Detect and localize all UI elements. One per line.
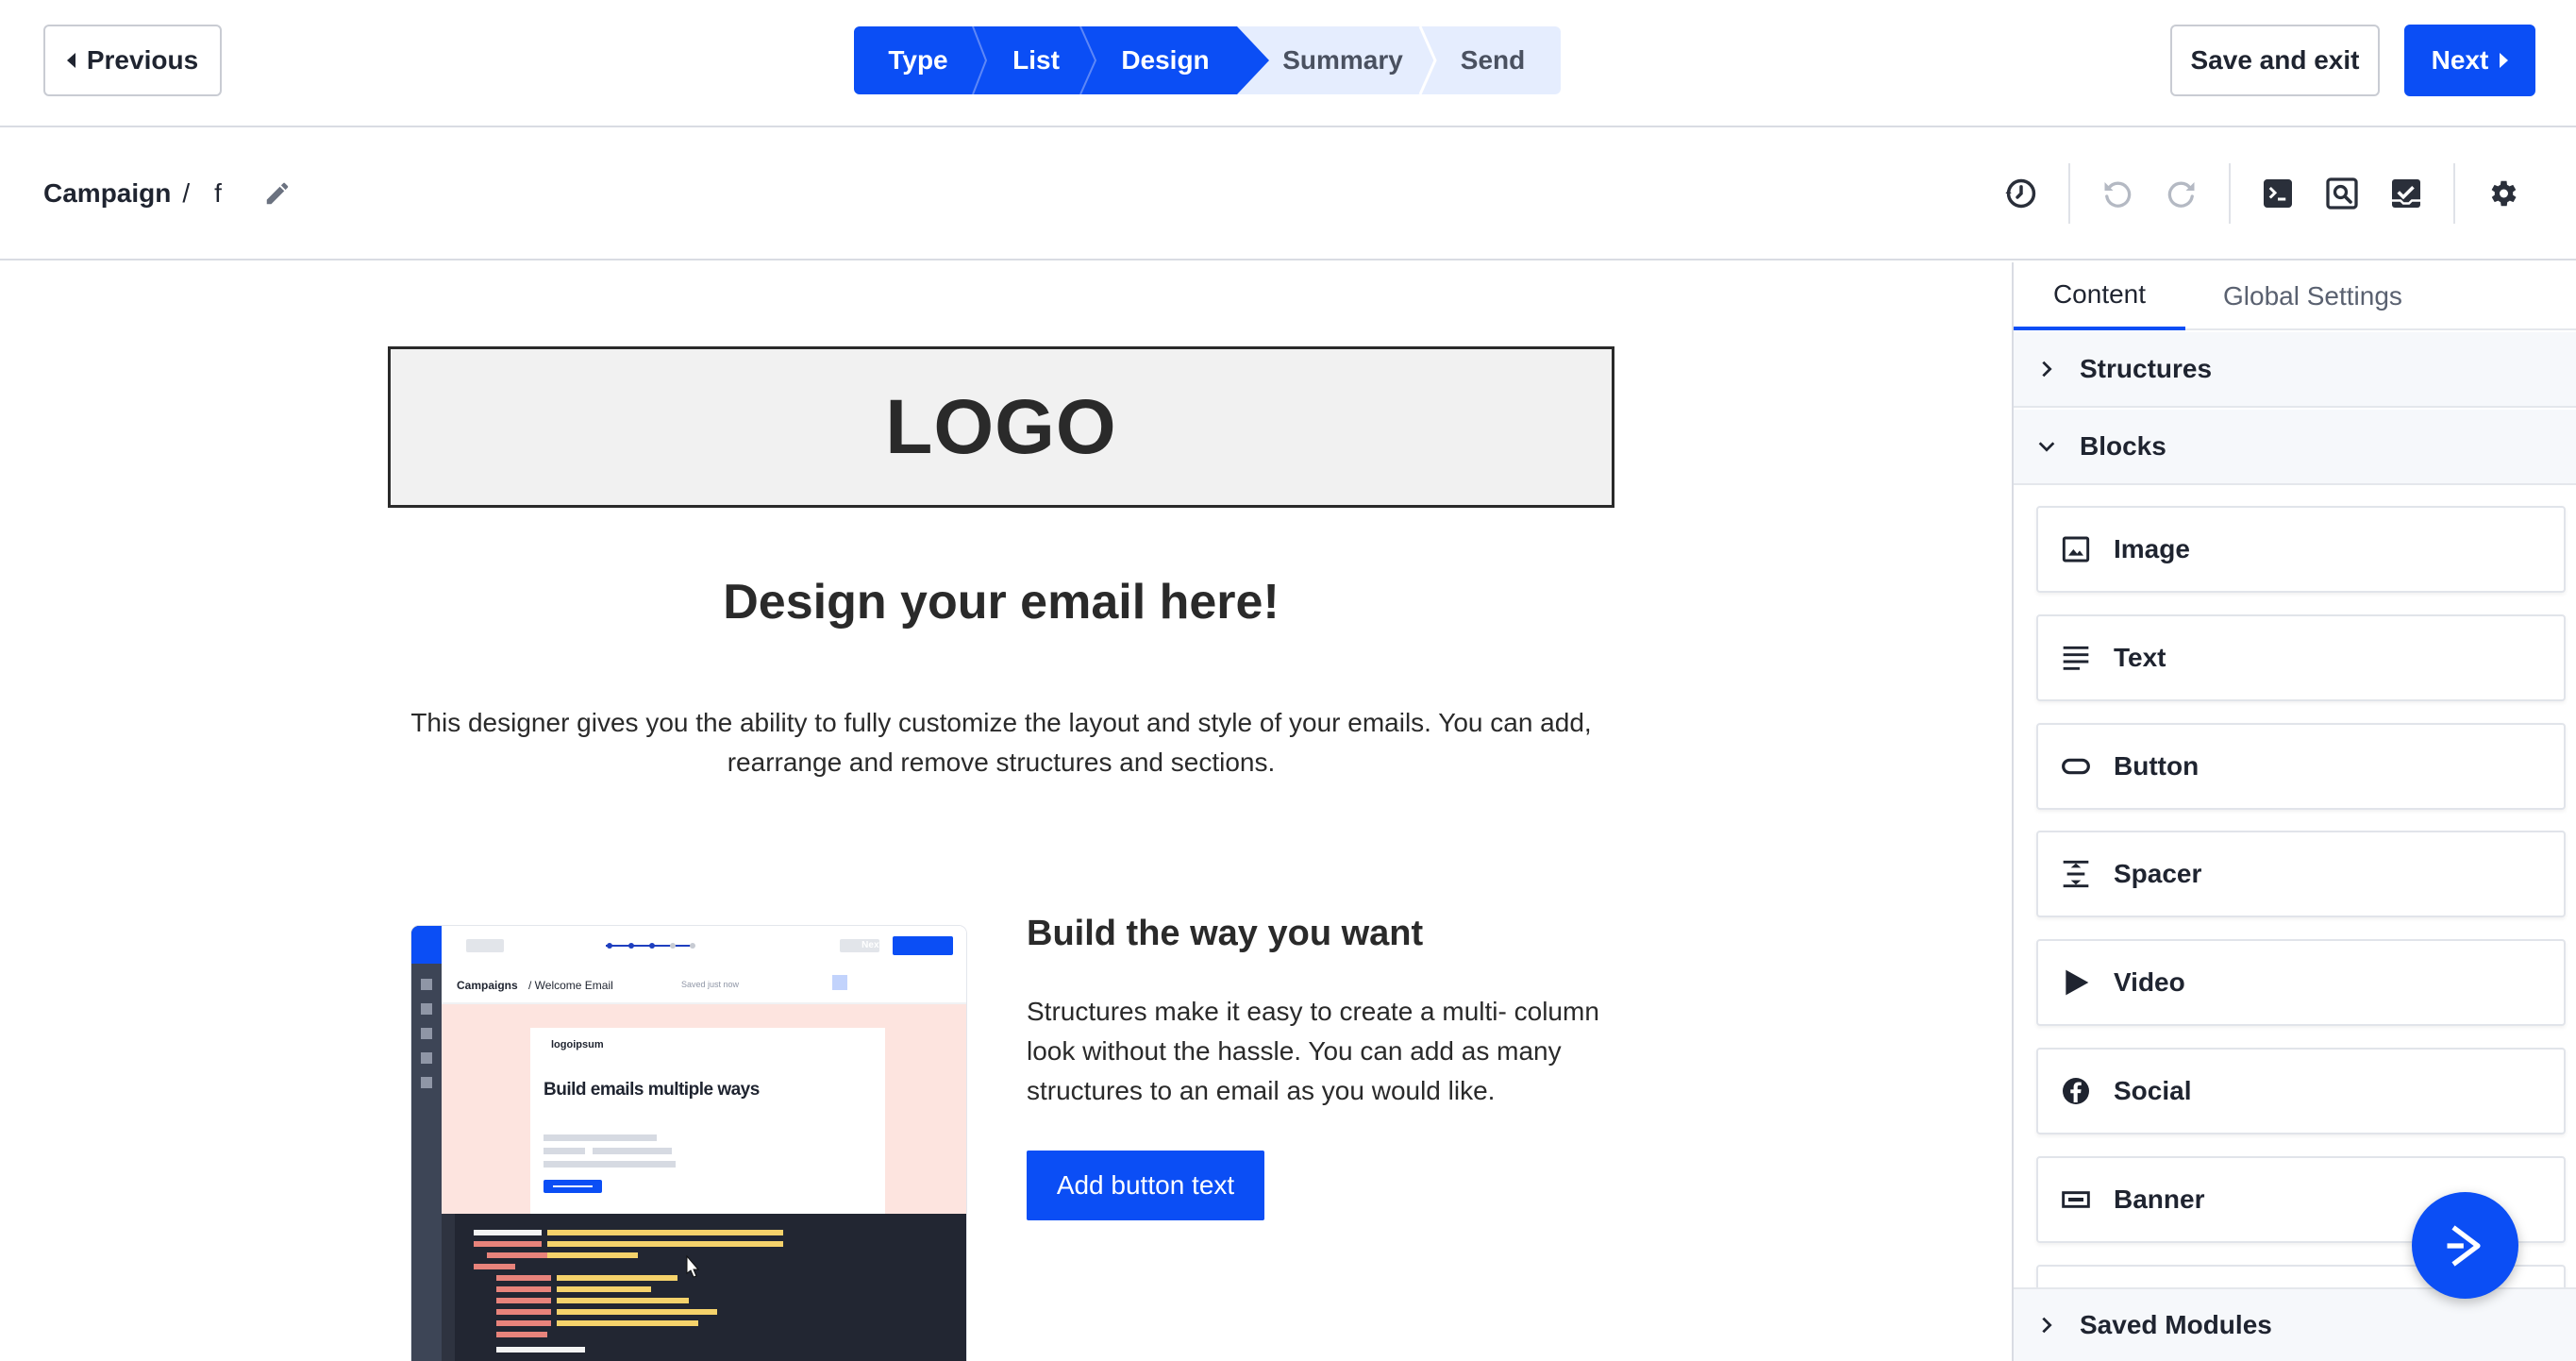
preview-card-title: Build emails multiple ways <box>544 1080 760 1100</box>
editor-toolbar: Campaign / f <box>0 129 2576 260</box>
tab-content[interactable]: Content <box>2014 262 2185 330</box>
breadcrumb-separator: / <box>182 178 191 208</box>
step-summary[interactable]: Summary <box>1262 26 1424 94</box>
campaign-name: f <box>214 178 222 208</box>
preview-crumb-root: Campaigns <box>457 979 518 992</box>
block-video-label: Video <box>2114 967 2185 997</box>
block-image[interactable]: Image <box>2036 506 2566 593</box>
structures-label: Structures <box>2080 354 2213 383</box>
send-arrow-icon <box>2447 1224 2481 1267</box>
toolbar-divider <box>2068 163 2070 224</box>
logo-placeholder[interactable]: LOGO <box>388 346 1614 508</box>
save-and-exit-label: Save and exit <box>2190 45 2360 75</box>
block-button-label: Button <box>2114 751 2200 781</box>
step-list[interactable]: List <box>984 26 1088 94</box>
chevron-right-icon <box>2014 359 2080 379</box>
preview-button[interactable] <box>2321 173 2363 214</box>
redo-button[interactable] <box>2161 173 2202 214</box>
saved-modules-label: Saved Modules <box>2080 1310 2272 1339</box>
code-editor-button[interactable] <box>2257 173 2299 214</box>
button-icon <box>2038 751 2114 781</box>
facebook-icon <box>2038 1076 2114 1106</box>
tab-content-label: Content <box>2052 279 2147 309</box>
block-image-label: Image <box>2114 534 2190 563</box>
toolbar-divider <box>2453 163 2455 224</box>
image-icon <box>2038 534 2114 564</box>
block-banner-label: Banner <box>2114 1185 2205 1214</box>
chevron-right-icon <box>2014 1315 2080 1336</box>
spacer-icon <box>2038 859 2114 889</box>
designer-preview-image[interactable]: Next Campaigns / Welcome Email Saved jus… <box>411 926 966 1361</box>
step-design[interactable]: Design <box>1090 26 1241 94</box>
top-bar: Previous Type List Design Summary Send S… <box>0 0 2576 127</box>
step-type-label: Type <box>888 45 948 75</box>
step-summary-label: Summary <box>1282 45 1403 75</box>
text-icon <box>2038 643 2114 673</box>
block-spacer-label: Spacer <box>2114 859 2202 888</box>
step-send[interactable]: Send <box>1431 26 1554 94</box>
code-icon <box>2264 179 2292 208</box>
next-button[interactable]: Next <box>2404 25 2535 96</box>
block-social-label: Social <box>2114 1076 2192 1105</box>
chat-fab-button[interactable] <box>2412 1192 2518 1299</box>
add-button-text-button[interactable]: Add button text <box>1027 1151 1264 1220</box>
structures-accordion[interactable]: Structures <box>2014 332 2576 408</box>
logo-text: LOGO <box>885 383 1117 470</box>
next-label: Next <box>2431 45 2489 75</box>
undo-icon <box>2104 181 2132 208</box>
column-text[interactable]: Structures make it easy to create a mult… <box>1027 992 1631 1111</box>
block-button[interactable]: Button <box>2036 723 2566 810</box>
previous-label: Previous <box>86 45 199 75</box>
test-check-icon <box>2392 179 2420 208</box>
tab-global-settings[interactable]: Global Settings <box>2223 262 2402 330</box>
blocks-accordion[interactable]: Blocks <box>2014 410 2576 485</box>
step-list-label: List <box>1012 45 1060 75</box>
chevron-down-icon <box>2014 436 2080 457</box>
preview-brand: logoipsum <box>551 1039 604 1050</box>
previous-button[interactable]: Previous <box>43 25 222 96</box>
email-intro-text[interactable]: This designer gives you the ability to f… <box>388 703 1614 782</box>
panel-tabs: Content Global Settings <box>2014 262 2576 330</box>
saved-modules-accordion[interactable]: Saved Modules <box>2014 1287 2576 1361</box>
email-canvas: LOGO Design your email here! This design… <box>0 262 2012 1361</box>
block-video[interactable]: Video <box>2036 939 2566 1026</box>
column-button-label: Add button text <box>1056 1170 1235 1200</box>
edit-name-button[interactable] <box>257 173 298 214</box>
history-button[interactable] <box>2000 173 2042 214</box>
blocks-list: Image Text Button Spacer Video Social Ba… <box>2014 485 2576 1287</box>
preview-saved-text: Saved just now <box>681 980 740 989</box>
undo-button[interactable] <box>2097 173 2138 214</box>
preview-icon <box>2326 177 2358 210</box>
tab-global-label: Global Settings <box>2223 281 2402 311</box>
step-design-label: Design <box>1121 45 1210 75</box>
history-icon <box>2005 178 2036 209</box>
block-text-label: Text <box>2114 643 2166 672</box>
wizard-stepper: Type List Design Summary Send <box>854 26 1561 94</box>
pencil-icon <box>266 182 289 205</box>
email-headline[interactable]: Design your email here! <box>388 574 1614 630</box>
gear-icon <box>2491 180 2517 207</box>
banner-icon <box>2038 1185 2114 1215</box>
preview-crumb-name: / Welcome Email <box>528 979 613 992</box>
preview-next-label: Next <box>861 940 882 950</box>
test-email-button[interactable] <box>2385 173 2427 214</box>
blocks-label: Blocks <box>2080 431 2166 461</box>
caret-right-icon <box>2500 53 2509 68</box>
settings-button[interactable] <box>2482 173 2523 214</box>
breadcrumb: Campaign / f <box>43 178 222 209</box>
block-spacer[interactable]: Spacer <box>2036 831 2566 917</box>
save-and-exit-button[interactable]: Save and exit <box>2170 25 2380 96</box>
block-text[interactable]: Text <box>2036 614 2566 701</box>
redo-icon <box>2167 181 2195 208</box>
step-type[interactable]: Type <box>854 26 982 94</box>
video-icon <box>2038 967 2114 998</box>
column-title[interactable]: Build the way you want <box>1027 914 1423 954</box>
caret-left-icon <box>66 53 75 68</box>
breadcrumb-root[interactable]: Campaign <box>43 178 171 209</box>
block-social[interactable]: Social <box>2036 1048 2566 1134</box>
step-send-label: Send <box>1460 45 1526 75</box>
toolbar-divider <box>2229 163 2231 224</box>
content-panel: Content Global Settings Structures Block… <box>2012 262 2576 1361</box>
